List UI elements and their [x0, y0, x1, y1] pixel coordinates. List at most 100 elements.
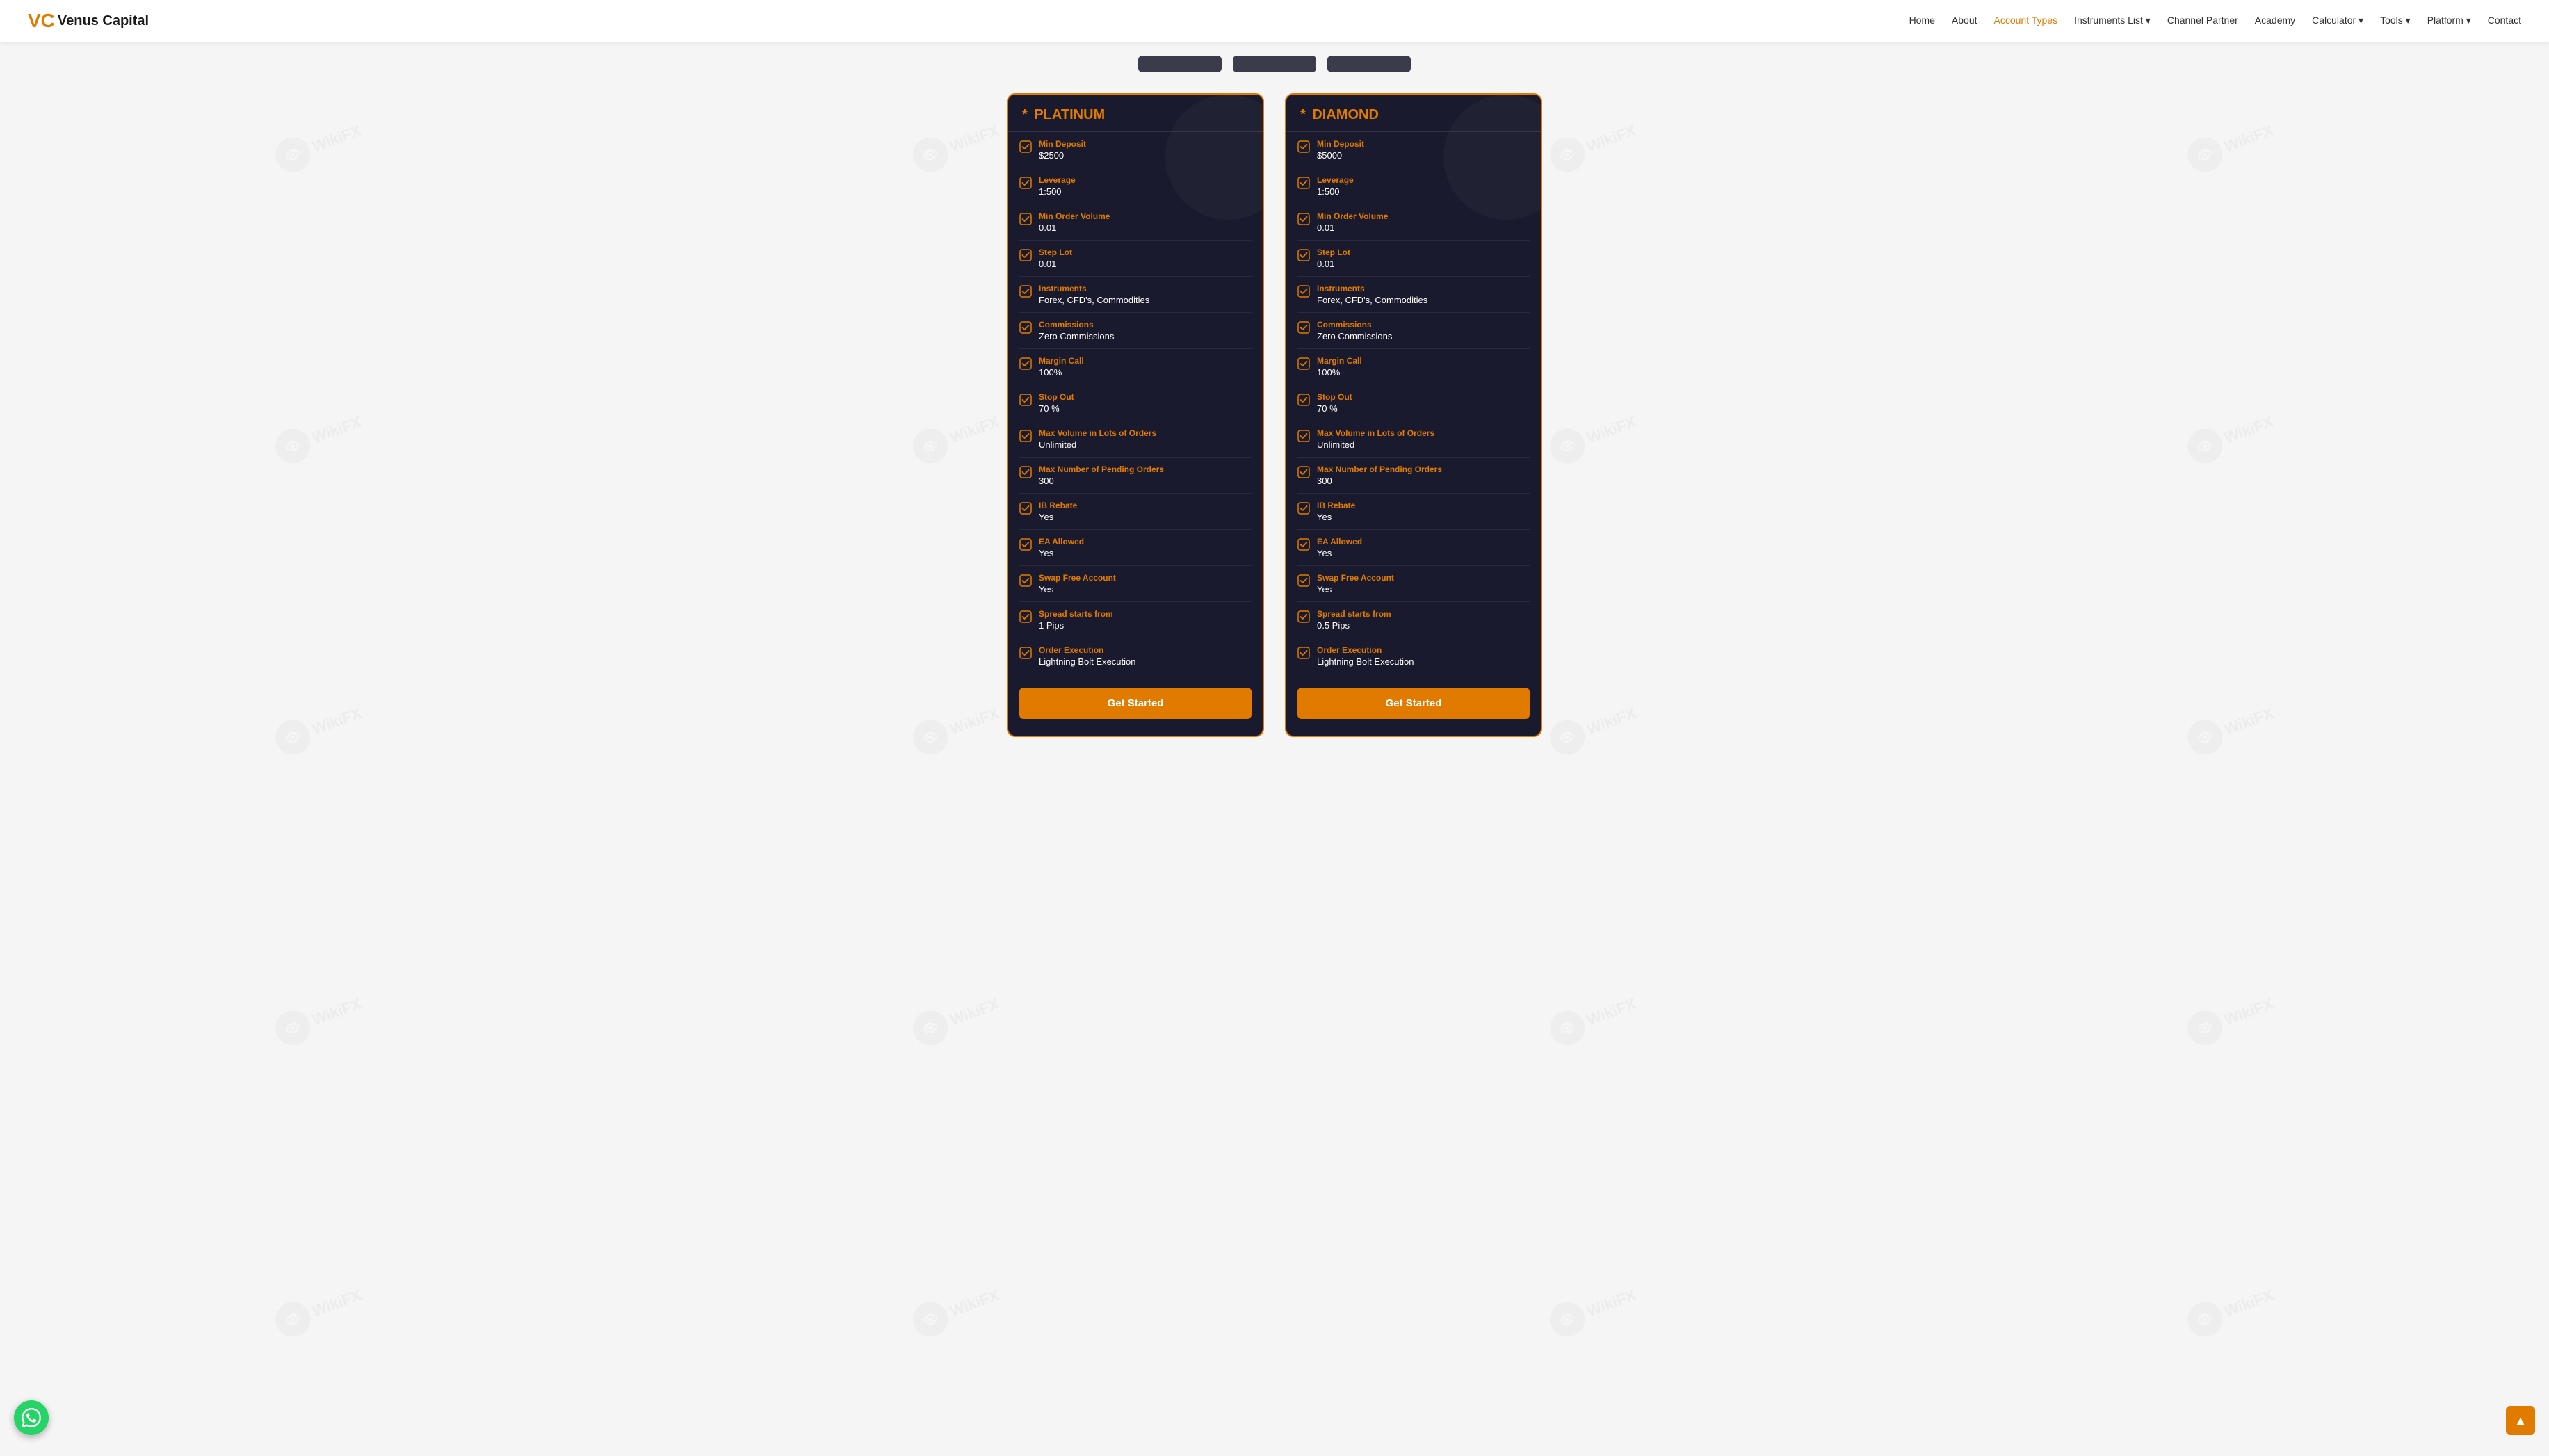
feature-content: Spread starts from1 Pips: [1039, 609, 1113, 631]
check-icon: [1297, 502, 1310, 515]
feature-content: Order ExecutionLightning Bolt Execution: [1039, 645, 1135, 667]
nav-link-about[interactable]: About: [1952, 15, 1977, 26]
feature-value: $2500: [1039, 150, 1086, 161]
nav-link-platform[interactable]: Platform ▾: [2427, 15, 2471, 26]
card-title-diamond: * DIAMOND: [1300, 107, 1527, 123]
check-icon: [1019, 177, 1032, 189]
account-card-diamond: * DIAMOND Min Deposit$5000 Leverage1:500…: [1285, 93, 1542, 737]
feature-value: Unlimited: [1039, 439, 1156, 450]
feature-value: Yes: [1039, 512, 1077, 522]
tab-2[interactable]: [1233, 56, 1316, 72]
check-icon: [1297, 574, 1310, 587]
feature-item: Order ExecutionLightning Bolt Execution: [1297, 638, 1530, 674]
feature-label: Margin Call: [1039, 356, 1084, 366]
feature-value: Yes: [1317, 584, 1394, 594]
feature-content: IB Rebate Yes: [1317, 501, 1355, 522]
feature-value: Forex, CFD's, Commodities: [1039, 295, 1149, 305]
feature-content: Step Lot0.01: [1317, 248, 1350, 269]
feature-value: $5000: [1317, 150, 1364, 161]
card-star: *: [1022, 107, 1031, 122]
card-header-diamond: * DIAMOND: [1286, 95, 1541, 132]
feature-label: IB Rebate: [1039, 501, 1077, 510]
feature-content: Min Order Volume0.01: [1039, 211, 1110, 233]
feature-label: Spread starts from: [1039, 609, 1113, 619]
feature-label: Commissions: [1317, 320, 1392, 330]
feature-item: InstrumentsForex, CFD's, Commodities: [1297, 277, 1530, 313]
scroll-top-button[interactable]: ▲: [2506, 1406, 2535, 1435]
nav-link-account-types[interactable]: Account Types: [1994, 15, 2058, 26]
get-started-button-platinum[interactable]: Get Started: [1019, 688, 1252, 719]
card-star: *: [1300, 107, 1309, 122]
feature-content: Min Order Volume0.01: [1317, 211, 1388, 233]
feature-value: 0.01: [1317, 259, 1350, 269]
feature-value: 300: [1317, 476, 1442, 486]
feature-item: InstrumentsForex, CFD's, Commodities: [1019, 277, 1252, 313]
card-name: DIAMOND: [1312, 107, 1379, 122]
feature-content: Max Volume in Lots of OrdersUnlimited: [1039, 428, 1156, 450]
feature-label: EA Allowed: [1039, 537, 1084, 547]
check-icon: [1297, 647, 1310, 659]
account-card-platinum: * PLATINUM Min Deposit$2500 Leverage1:50…: [1007, 93, 1264, 737]
feature-label: Leverage: [1039, 175, 1076, 185]
check-icon: [1297, 140, 1310, 153]
feature-content: IB Rebate Yes: [1039, 501, 1077, 522]
nav-link-academy[interactable]: Academy: [2255, 15, 2295, 26]
feature-content: Margin Call100%: [1039, 356, 1084, 378]
check-icon: [1019, 394, 1032, 406]
tab-3[interactable]: [1327, 56, 1411, 72]
feature-item: CommissionsZero Commissions: [1019, 313, 1252, 349]
feature-content: Leverage1:500: [1317, 175, 1354, 197]
feature-content: Stop Out70 %: [1317, 392, 1352, 414]
check-icon: [1297, 394, 1310, 406]
feature-label: Commissions: [1039, 320, 1114, 330]
feature-item: Spread starts from0.5 Pips: [1297, 602, 1530, 638]
feature-label: Step Lot: [1039, 248, 1072, 257]
feature-content: Max Volume in Lots of OrdersUnlimited: [1317, 428, 1434, 450]
feature-item: Stop Out70 %: [1297, 385, 1530, 421]
feature-content: Min Deposit$5000: [1317, 139, 1364, 161]
nav-link-contact[interactable]: Contact: [2488, 15, 2521, 26]
feature-item: CommissionsZero Commissions: [1297, 313, 1530, 349]
check-icon: [1019, 357, 1032, 370]
feature-label: Swap Free Account: [1039, 573, 1116, 583]
check-icon: [1019, 430, 1032, 442]
feature-content: Leverage1:500: [1039, 175, 1076, 197]
check-icon: [1297, 177, 1310, 189]
feature-item: Margin Call100%: [1297, 349, 1530, 385]
features-list-platinum: Min Deposit$2500 Leverage1:500 Min Order…: [1008, 132, 1263, 674]
navbar: VC Venus Capital Home About Account Types I…: [0, 0, 2549, 42]
feature-label: Margin Call: [1317, 356, 1362, 366]
feature-label: Instruments: [1317, 284, 1427, 293]
feature-item: Leverage1:500: [1019, 168, 1252, 204]
feature-item: Step Lot0.01: [1297, 241, 1530, 277]
feature-label: Max Volume in Lots of Orders: [1039, 428, 1156, 438]
nav-link-channel-partner[interactable]: Channel Partner: [2167, 15, 2238, 26]
whatsapp-button[interactable]: [14, 1400, 49, 1435]
feature-item: EA AllowedYes: [1297, 530, 1530, 566]
feature-label: IB Rebate: [1317, 501, 1355, 510]
feature-value: 1:500: [1039, 186, 1076, 197]
feature-value: 1 Pips: [1039, 620, 1113, 631]
nav-link-home[interactable]: Home: [1909, 15, 1935, 26]
nav-link-calculator[interactable]: Calculator ▾: [2312, 15, 2363, 26]
feature-label: Max Volume in Lots of Orders: [1317, 428, 1434, 438]
check-icon: [1019, 140, 1032, 153]
feature-content: InstrumentsForex, CFD's, Commodities: [1039, 284, 1149, 305]
get-started-button-diamond[interactable]: Get Started: [1297, 688, 1530, 719]
nav-link-tools[interactable]: Tools ▾: [2380, 15, 2411, 26]
feature-content: EA AllowedYes: [1317, 537, 1362, 558]
feature-item: Min Order Volume0.01: [1297, 204, 1530, 241]
tab-1[interactable]: [1138, 56, 1222, 72]
feature-content: Step Lot0.01: [1039, 248, 1072, 269]
feature-value: Yes: [1317, 512, 1355, 522]
feature-value: 0.01: [1317, 223, 1388, 233]
nav-link-instruments-list[interactable]: Instruments List ▾: [2074, 15, 2151, 26]
features-list-diamond: Min Deposit$5000 Leverage1:500 Min Order…: [1286, 132, 1541, 674]
feature-label: Min Deposit: [1317, 139, 1364, 149]
feature-value: Zero Commissions: [1039, 331, 1114, 341]
card-header-platinum: * PLATINUM: [1008, 95, 1263, 132]
feature-value: 0.5 Pips: [1317, 620, 1391, 631]
feature-value: 100%: [1317, 367, 1362, 378]
logo[interactable]: VC Venus Capital: [28, 10, 149, 32]
feature-item: IB Rebate Yes: [1019, 494, 1252, 530]
